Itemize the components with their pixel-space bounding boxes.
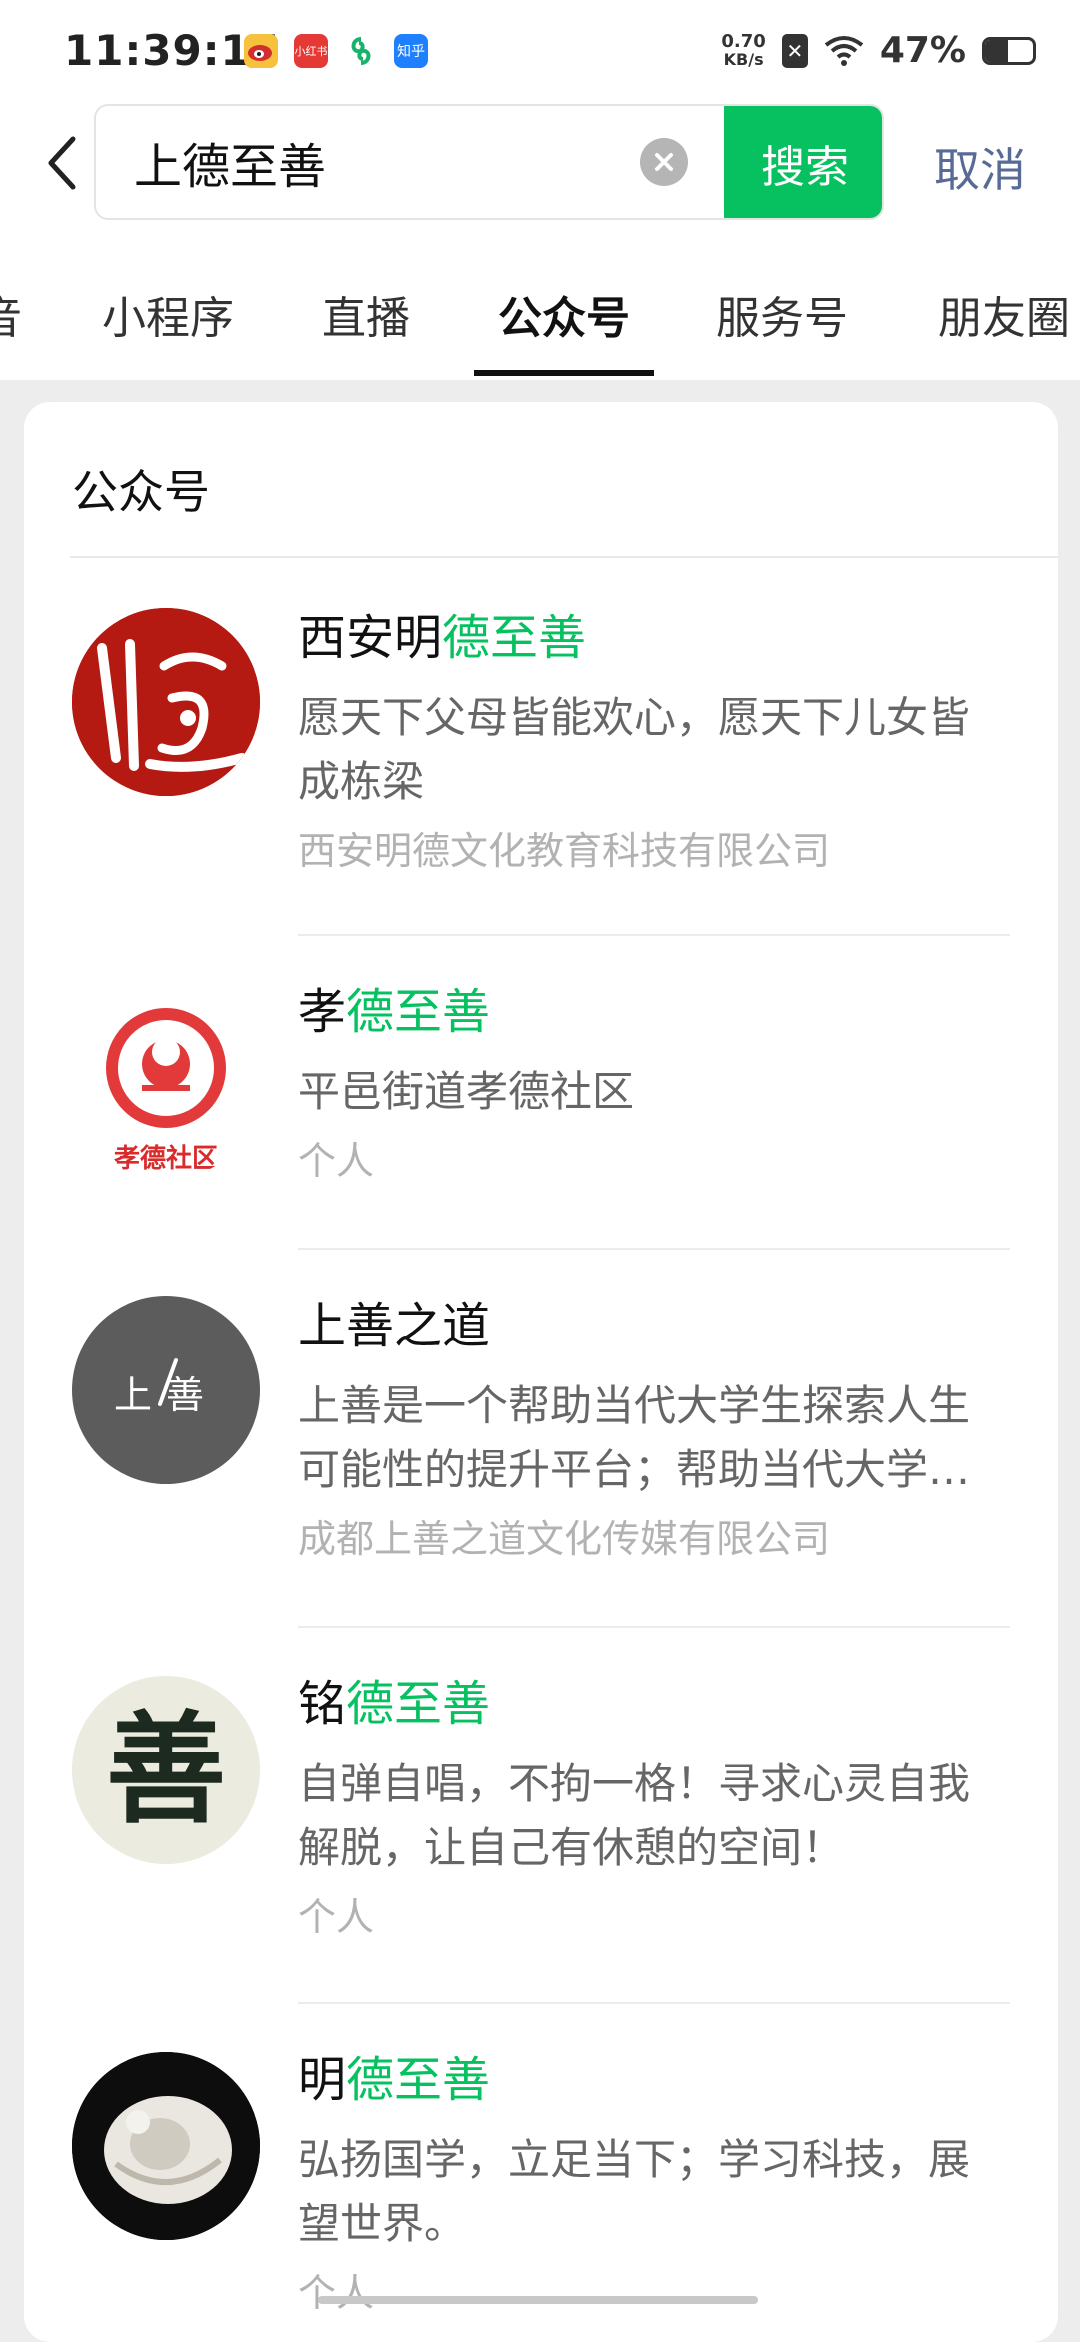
xiaode-community-avatar: 孝德社区: [72, 992, 260, 1180]
divider: [70, 556, 1058, 558]
results-card: 公众号 西安明德至善 愿天下父母皆能欢心，愿天下儿女皆成栋梁 西安明德文化教育科…: [24, 402, 1058, 2342]
result-description: 自弹自唱，不拘一格！寻求心灵自我解脱，让自己有休憩的空间！: [298, 1759, 971, 1872]
avatar-caption: 善: [106, 1699, 226, 1840]
result-description: 愿天下父母皆能欢心，愿天下儿女皆成栋梁: [298, 693, 971, 806]
network-speed-unit: KB/s: [723, 49, 764, 69]
result-owner: 个人: [298, 2271, 375, 2315]
result-owner: 个人: [298, 1139, 375, 1183]
wifi-icon: [824, 35, 864, 66]
battery-fill: [985, 39, 1008, 62]
network-speed-value: 0.70: [721, 30, 766, 52]
avatar-caption: 孝德社区: [113, 1144, 218, 1174]
battery-icon: [982, 36, 1036, 65]
name-text: 铭: [298, 1676, 347, 1732]
green-swirl-icon: [344, 34, 378, 68]
cancel-button[interactable]: 取消: [934, 134, 1026, 200]
divider: [298, 1626, 1010, 1628]
result-name: 铭德至善: [298, 1670, 1010, 1738]
search-box: 搜索: [94, 104, 884, 220]
result-name: 西安明德至善: [298, 604, 1010, 672]
name-highlight: 德至善: [442, 610, 587, 666]
category-tabs: 音 小程序 直播 公众号 服务号 朋友圈: [0, 230, 1080, 380]
active-tab-indicator: [474, 370, 654, 376]
back-button[interactable]: [32, 128, 92, 198]
clear-button[interactable]: [640, 138, 688, 186]
result-name: 明德至善: [298, 2046, 1010, 2114]
search-header: 搜索 取消: [0, 100, 1080, 230]
search-input[interactable]: [134, 132, 694, 192]
result-name: 孝德至善: [298, 978, 1010, 1046]
result-item[interactable]: 上善 上善之道 上善是一个帮助当代大学生探索人生可能性的提升平台；帮助当代大学……: [24, 1292, 1058, 1622]
result-item[interactable]: 善 铭德至善 自弹自唱，不拘一格！寻求心灵自我解脱，让自己有休憩的空间！ 个人: [24, 1670, 1058, 2000]
zhihu-icon: 知乎: [394, 34, 428, 68]
result-description: 弘扬国学，立足当下；学习科技，展望世界。: [298, 2135, 971, 2248]
xiaohongshu-icon: 小红书: [294, 34, 328, 68]
name-highlight: 德至善: [346, 2052, 491, 2108]
tab-music[interactable]: 音: [0, 282, 22, 346]
battery-percent: 47%: [879, 30, 966, 71]
result-description: 平邑街道孝德社区: [298, 1067, 635, 1116]
result-item[interactable]: 孝德社区 孝德至善 平邑街道孝德社区 个人: [24, 978, 1058, 1248]
divider: [298, 934, 1010, 936]
network-speed: 0.70 KB/s: [721, 30, 766, 69]
shangshan-avatar: 上善: [72, 1296, 260, 1484]
name-highlight: 德至善: [346, 984, 491, 1040]
result-owner: 西安明德文化教育科技有限公司: [298, 829, 831, 873]
clear-icon: [655, 153, 673, 171]
section-title: 公众号: [72, 465, 210, 519]
divider: [298, 2002, 1010, 2004]
result-owner: 个人: [298, 1895, 375, 1939]
result-body: 西安明德至善 愿天下父母皆能欢心，愿天下儿女皆成栋梁 西安明德文化教育科技有限公…: [298, 604, 1010, 880]
xian-mingde-seal-avatar: [72, 608, 260, 796]
status-bar: 11:39:15 小红书 知乎 0.70 KB/s ✕ 47%: [0, 0, 1080, 100]
tab-service-accounts[interactable]: 服务号: [716, 282, 848, 346]
jade-ornament-avatar: [72, 2052, 260, 2240]
result-body: 明德至善 弘扬国学，立足当下；学习科技，展望世界。 个人: [298, 2046, 1010, 2322]
name-text: 明: [298, 2052, 347, 2108]
shan-calligraphy-avatar: 善: [72, 1676, 260, 1864]
divider: [298, 1248, 1010, 1250]
home-indicator[interactable]: [318, 2296, 758, 2304]
name-highlight: 德至善: [346, 1676, 491, 1732]
notification-icons: 小红书 知乎: [244, 34, 428, 68]
name-text: 孝: [298, 984, 347, 1040]
no-sim-icon: ✕: [781, 33, 808, 68]
result-name: 上善之道: [298, 1292, 1010, 1360]
tab-official-accounts[interactable]: 公众号: [498, 282, 630, 346]
name-text: 西安明: [298, 610, 443, 666]
tab-mini-programs[interactable]: 小程序: [102, 282, 234, 346]
result-body: 孝德至善 平邑街道孝德社区 个人: [298, 978, 1010, 1190]
tab-moments[interactable]: 朋友圈: [938, 282, 1070, 346]
search-button[interactable]: 搜索: [724, 106, 882, 218]
result-body: 上善之道 上善是一个帮助当代大学生探索人生可能性的提升平台；帮助当代大学… 成都…: [298, 1292, 1010, 1568]
status-indicators: 0.70 KB/s ✕ 47%: [721, 30, 1036, 71]
result-body: 铭德至善 自弹自唱，不拘一格！寻求心灵自我解脱，让自己有休憩的空间！ 个人: [298, 1670, 1010, 1946]
result-owner: 成都上善之道文化传媒有限公司: [298, 1517, 831, 1561]
tab-live[interactable]: 直播: [322, 282, 410, 346]
result-description: 上善是一个帮助当代大学生探索人生可能性的提升平台；帮助当代大学…: [298, 1381, 971, 1494]
name-text: 上善之道: [298, 1298, 491, 1354]
weibo-icon: [244, 34, 278, 68]
chevron-left-icon: [48, 136, 76, 190]
result-item[interactable]: 西安明德至善 愿天下父母皆能欢心，愿天下儿女皆成栋梁 西安明德文化教育科技有限公…: [24, 604, 1058, 956]
